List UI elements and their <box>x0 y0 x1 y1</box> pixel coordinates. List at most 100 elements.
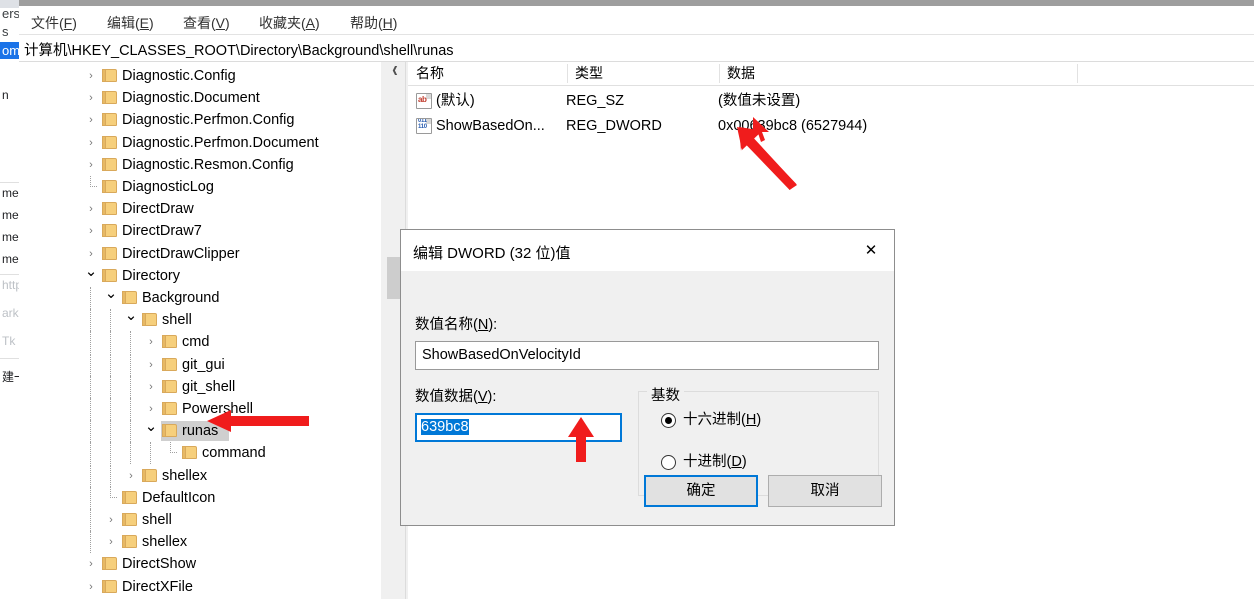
tree-item-directxfile[interactable]: › DirectXFile <box>19 576 381 598</box>
chevron-right-icon[interactable]: › <box>83 87 99 109</box>
scroll-up-icon[interactable]: ❰ <box>387 62 403 79</box>
tree-item-git-gui[interactable]: › git_gui <box>19 353 381 376</box>
chevron-right-icon[interactable]: › <box>83 109 99 131</box>
tree-guide-line <box>110 375 112 398</box>
folder-icon <box>102 579 117 594</box>
tree-item-diagnostic-document[interactable]: › Diagnostic.Document <box>19 87 381 109</box>
tree-item-directdraw[interactable]: › DirectDraw <box>19 198 381 220</box>
tree-item-label: DirectDraw7 <box>122 223 202 240</box>
registry-path: 计算机\HKEY_CLASSES_ROOT\Directory\Backgrou… <box>24 43 454 59</box>
tree-item-shellex[interactable]: › shellex <box>19 464 381 487</box>
tree-item-diagnostic-perfmon-document[interactable]: › Diagnostic.Perfmon.Document <box>19 132 381 154</box>
tree-item-label: DirectDraw <box>122 201 194 218</box>
chevron-right-icon[interactable]: › <box>143 331 159 353</box>
chevron-right-icon[interactable]: › <box>83 220 99 242</box>
value-data-input[interactable]: 639bc8 <box>415 413 622 442</box>
table-row[interactable]: 011 110 ShowBasedOn... REG_DWORD 0x00639b… <box>408 115 1254 137</box>
address-bar[interactable]: 计算机\HKEY_CLASSES_ROOT\Directory\Backgrou… <box>19 34 1254 62</box>
registry-tree-pane[interactable]: › Diagnostic.Config › Diagnostic.Document › D… <box>19 62 381 599</box>
folder-icon <box>162 402 177 416</box>
tree-item-directdraw7[interactable]: › DirectDraw7 <box>19 220 381 242</box>
tree-guide-line <box>130 375 132 398</box>
cancel-button[interactable]: 取消 <box>768 475 882 507</box>
chevron-right-icon[interactable]: › <box>103 509 119 531</box>
tree-item-label: Background <box>142 290 220 306</box>
tree-item-label: shell <box>162 312 192 329</box>
menu-edit[interactable]: 编辑(E) <box>101 11 160 35</box>
tree-item-defaulticon[interactable]: DefaultIcon <box>19 486 381 509</box>
ok-button[interactable]: 确定 <box>644 475 758 507</box>
chevron-right-icon[interactable]: › <box>83 243 99 265</box>
chevron-down-icon[interactable]: ⌄ <box>103 286 119 309</box>
column-divider[interactable] <box>1077 64 1078 83</box>
folder-icon <box>122 490 137 505</box>
tree-item-directshow[interactable]: › DirectShow <box>19 553 381 575</box>
tree-item-label: Powershell <box>182 401 253 417</box>
value-data-label: 数值数据(V): <box>415 389 497 405</box>
tree-item-directory[interactable]: ⌄ Directory <box>19 264 381 287</box>
tree-item-git-shell[interactable]: › git_shell <box>19 375 381 398</box>
menu-bar: 文件(F) 编辑(E) 查看(V) 收藏夹(A) 帮助(H) <box>19 6 1254 34</box>
table-row[interactable]: ab (默认) REG_SZ (数值未设置) <box>408 90 1254 112</box>
folder-icon <box>102 557 117 571</box>
browser-text-fragment-7: me <box>2 230 19 244</box>
close-icon[interactable]: ✕ <box>848 230 894 271</box>
tree-item-powershell[interactable]: › Powershell <box>19 398 381 420</box>
menu-favorites[interactable]: 收藏夹(A) <box>253 11 326 35</box>
tree-item-label: Directory <box>122 267 181 284</box>
tree-guide-line <box>110 464 112 487</box>
folder-icon <box>162 424 177 438</box>
menu-help[interactable]: 帮助(H) <box>344 11 403 35</box>
folder-icon <box>122 535 137 549</box>
tree-item-label: DirectXFile <box>122 578 193 595</box>
column-header-type[interactable]: 类型 <box>567 62 719 85</box>
tree-guide-line <box>90 331 92 354</box>
tree-guide-line <box>90 398 92 420</box>
chevron-down-icon[interactable]: ⌄ <box>143 419 159 442</box>
chevron-right-icon[interactable]: › <box>83 198 99 220</box>
tree-guide-line <box>90 509 92 531</box>
dialog-titlebar[interactable]: 编辑 DWORD (32 位)值 ✕ <box>401 230 894 271</box>
value-name-input[interactable]: ShowBasedOnVelocityId <box>415 341 879 370</box>
chevron-right-icon[interactable]: › <box>143 354 159 376</box>
tree-guide-line <box>90 309 92 332</box>
tree-item-diagnostic-resmon-config[interactable]: › Diagnostic.Resmon.Config <box>19 154 381 176</box>
tree-item-label: Diagnostic.Document <box>122 90 260 107</box>
tree-item-shell[interactable]: ⌄ shell <box>19 308 381 332</box>
tree-item-shellex[interactable]: › shellex <box>19 531 381 554</box>
column-header-name[interactable]: 名称 <box>408 62 567 85</box>
chevron-right-icon[interactable]: › <box>83 576 99 598</box>
tree-item-label: shellex <box>162 467 208 484</box>
chevron-right-icon[interactable]: › <box>83 553 99 575</box>
tree-item-runas[interactable]: ⌄ runas <box>19 419 381 443</box>
chevron-right-icon[interactable]: › <box>83 65 99 87</box>
chevron-right-icon[interactable]: › <box>103 531 119 553</box>
tree-item-diagnostic-config[interactable]: › Diagnostic.Config <box>19 65 381 87</box>
tree-item-label: git_gui <box>182 356 225 373</box>
chevron-right-icon[interactable]: › <box>143 398 159 420</box>
chevron-right-icon[interactable]: › <box>123 465 139 487</box>
menu-file[interactable]: 文件(F) <box>25 11 83 35</box>
folder-icon <box>122 291 137 305</box>
tree-item-label: DiagnosticLog <box>122 179 214 195</box>
tree-item-label: git_shell <box>182 378 236 395</box>
radio-indicator-hex <box>661 413 676 428</box>
tree-item-background[interactable]: ⌄ Background <box>19 286 381 309</box>
folder-icon <box>162 357 177 372</box>
folder-icon <box>102 69 117 83</box>
tree-item-label: DirectShow <box>122 556 197 573</box>
chevron-right-icon[interactable]: › <box>83 132 99 154</box>
chevron-right-icon[interactable]: › <box>83 154 99 176</box>
tree-item-label: shellex <box>142 534 188 551</box>
tree-item-diagnosticlog[interactable]: DiagnosticLog <box>19 176 381 198</box>
tree-item-diagnostic-perfmon-config[interactable]: › Diagnostic.Perfmon.Config <box>19 109 381 131</box>
column-header-data[interactable]: 数据 <box>719 62 1077 85</box>
chevron-down-icon[interactable]: ⌄ <box>83 264 99 287</box>
menu-view[interactable]: 查看(V) <box>177 11 236 35</box>
tree-item-directdrawclipper[interactable]: › DirectDrawClipper <box>19 243 381 265</box>
chevron-right-icon[interactable]: › <box>143 376 159 398</box>
tree-item-command[interactable]: command <box>19 442 381 465</box>
chevron-down-icon[interactable]: ⌄ <box>123 308 139 331</box>
tree-item-cmd[interactable]: › cmd <box>19 331 381 354</box>
tree-item-shell[interactable]: › shell <box>19 509 381 531</box>
